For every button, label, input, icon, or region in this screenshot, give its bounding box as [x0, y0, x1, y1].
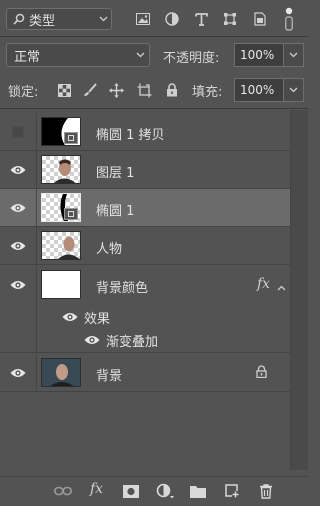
lock-position-icon[interactable]: [108, 82, 124, 98]
blend-mode-dropdown[interactable]: 正常: [6, 43, 150, 67]
layer-name[interactable]: 椭圆 1: [96, 200, 134, 219]
new-adjustment-layer-icon[interactable]: [156, 483, 174, 499]
fill-slider-button[interactable]: [284, 78, 304, 102]
new-group-icon[interactable]: [189, 483, 207, 499]
add-mask-icon[interactable]: [122, 483, 140, 499]
layer-row-background-color[interactable]: 背景颜色 fx: [0, 265, 290, 305]
eye-icon[interactable]: [9, 365, 27, 381]
layer-name[interactable]: 背景: [96, 365, 122, 384]
layer-filter-dropdown[interactable]: 类型: [6, 8, 112, 30]
lock-artboard-icon[interactable]: [136, 82, 152, 98]
layer-divider: [36, 113, 37, 151]
opacity-label: 不透明度:: [163, 51, 220, 66]
layer-effects-fx-icon[interactable]: fx: [257, 276, 270, 292]
layer-thumbnail[interactable]: [41, 155, 81, 184]
blend-mode-label: 正常: [14, 49, 41, 65]
lock-all-icon[interactable]: [164, 82, 180, 98]
opacity-slider-button[interactable]: [284, 43, 304, 67]
eye-icon[interactable]: [62, 311, 78, 321]
new-layer-icon[interactable]: [223, 483, 241, 499]
layer-row-layer-1[interactable]: 图层 1: [0, 151, 290, 189]
lock-label: 锁定:: [8, 85, 39, 100]
link-layers-icon[interactable]: [54, 483, 72, 499]
lock-image-pixels-icon[interactable]: [82, 82, 98, 98]
eye-icon[interactable]: [9, 162, 27, 178]
smart-object-filter-icon[interactable]: [251, 10, 269, 28]
filter-toggle-icon[interactable]: [280, 6, 298, 32]
type-layer-filter-icon[interactable]: [192, 10, 210, 28]
visibility-toggle-off[interactable]: [12, 126, 24, 138]
opacity-input[interactable]: 100%: [234, 43, 284, 67]
layer-row-ellipse-1-copy[interactable]: 椭圆 1 拷贝: [0, 113, 290, 151]
fill-label: 填充:: [192, 85, 223, 100]
layers-scrollbar[interactable]: [290, 110, 308, 470]
layer-divider: [36, 189, 37, 227]
layer-divider: [36, 227, 37, 265]
layer-thumbnail[interactable]: [41, 117, 81, 146]
delete-layer-icon[interactable]: [257, 483, 275, 499]
layer-thumbnail[interactable]: [41, 193, 81, 222]
eye-icon[interactable]: [84, 334, 100, 344]
layer-divider: [36, 354, 37, 392]
layer-divider: [36, 305, 37, 327]
lock-icon: [256, 365, 267, 381]
shape-badge-icon: [64, 132, 78, 144]
layer-name[interactable]: 椭圆 1 拷贝: [96, 124, 165, 143]
eye-icon[interactable]: [9, 200, 27, 216]
layer-divider: [36, 327, 37, 353]
fill-input[interactable]: 100%: [234, 78, 284, 102]
layer-name[interactable]: 背景颜色: [96, 277, 148, 296]
chevron-down-icon: [95, 16, 111, 22]
filter-kind-label: 类型: [29, 13, 56, 29]
effects-group-row[interactable]: 效果: [0, 305, 290, 327]
layer-thumbnail[interactable]: [41, 270, 81, 299]
eye-icon[interactable]: [9, 238, 27, 254]
effects-label: 效果: [84, 312, 111, 327]
layer-thumbnail[interactable]: [41, 358, 81, 387]
layer-row-person[interactable]: 人物: [0, 227, 290, 265]
search-icon: [13, 13, 27, 25]
pixel-layer-filter-icon[interactable]: [134, 10, 152, 28]
shape-badge-icon: [64, 208, 78, 220]
effect-name[interactable]: 渐变叠加: [106, 331, 158, 350]
layer-divider: [36, 265, 37, 305]
collapse-effects-icon[interactable]: [277, 280, 286, 294]
layer-thumbnail[interactable]: [41, 231, 81, 260]
layer-row-ellipse-1[interactable]: 椭圆 1: [0, 189, 290, 227]
effect-gradient-overlay-row[interactable]: 渐变叠加: [0, 327, 290, 353]
eye-icon[interactable]: [9, 277, 27, 293]
layer-row-background[interactable]: 背景: [0, 354, 290, 392]
layer-name[interactable]: 图层 1: [96, 162, 134, 181]
shape-layer-filter-icon[interactable]: [221, 10, 239, 28]
adjustment-layer-filter-icon[interactable]: [163, 10, 181, 28]
lock-transparent-pixels-icon[interactable]: [56, 82, 72, 98]
layer-name[interactable]: 人物: [96, 238, 122, 257]
chevron-down-icon: [131, 52, 149, 58]
layer-divider: [36, 151, 37, 189]
add-layer-style-button[interactable]: fx: [90, 481, 103, 497]
